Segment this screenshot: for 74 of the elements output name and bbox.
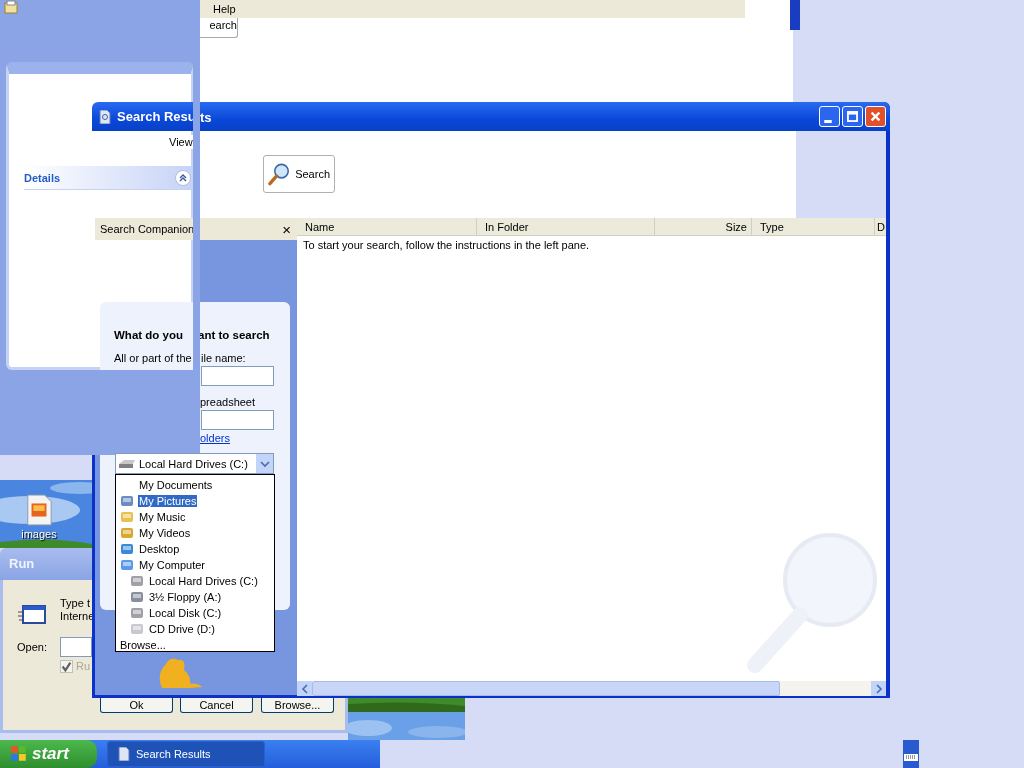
column-header[interactable]: Size bbox=[655, 218, 752, 236]
dialog-button[interactable]: Cancel bbox=[180, 698, 253, 713]
column-header[interactable]: Type bbox=[752, 218, 875, 236]
dropdown-option[interactable]: My Videos bbox=[138, 527, 192, 539]
window-icon bbox=[18, 604, 46, 626]
checkbox-label: Ru bbox=[76, 660, 91, 672]
scroll-right-icon[interactable] bbox=[871, 681, 886, 696]
column-header[interactable]: In Folder bbox=[477, 218, 655, 236]
dropdown-option[interactable]: My Documents bbox=[138, 479, 214, 491]
dropdown-option[interactable]: 3½ Floppy (A:) bbox=[148, 591, 223, 603]
location-icon bbox=[119, 557, 135, 573]
dialog-button[interactable]: Browse... bbox=[261, 698, 334, 713]
folder-icon bbox=[4, 0, 18, 14]
scroll-thumb[interactable] bbox=[312, 681, 780, 696]
location-icon bbox=[119, 493, 135, 509]
close-button[interactable]: × bbox=[276, 220, 297, 238]
location-icon bbox=[129, 621, 145, 637]
maximize-button[interactable] bbox=[842, 106, 863, 127]
look-in-dropdown[interactable]: Local Hard Drives (C:) bbox=[115, 453, 274, 474]
keyboard-icon[interactable] bbox=[903, 740, 919, 768]
collapse-icon[interactable] bbox=[175, 169, 191, 186]
dropdown-option[interactable]: My Pictures bbox=[138, 495, 198, 507]
pane-title: Search Companion bbox=[100, 223, 195, 235]
maximize-icon bbox=[846, 110, 859, 123]
field-label: ile name: bbox=[201, 352, 246, 364]
folders-link[interactable]: olders bbox=[200, 433, 230, 445]
minimize-button[interactable] bbox=[819, 106, 840, 127]
close-button[interactable] bbox=[865, 106, 886, 127]
empty-message: To start your search, follow the instructions in the left pane. bbox=[303, 239, 590, 251]
search-button[interactable]: earch bbox=[200, 18, 238, 38]
icon-label[interactable]: images bbox=[21, 528, 57, 540]
menu-item[interactable]: Help bbox=[213, 3, 236, 15]
windows-flag-icon bbox=[10, 745, 28, 763]
dropdown-option[interactable]: Browse... bbox=[119, 639, 167, 651]
input-field[interactable] bbox=[201, 366, 274, 386]
section-title: Details bbox=[24, 171, 61, 184]
open-label: Open: bbox=[17, 641, 47, 653]
field-label: All or part of the bbox=[114, 352, 192, 364]
location-icon bbox=[119, 509, 135, 525]
dropdown-option[interactable]: Local Hard Drives (C:) bbox=[148, 575, 259, 587]
location-icon bbox=[129, 605, 145, 621]
dropdown-option[interactable]: My Computer bbox=[138, 559, 207, 571]
input-field[interactable] bbox=[201, 410, 274, 430]
location-icon bbox=[119, 541, 135, 557]
hard-drive-icon bbox=[118, 458, 136, 469]
dropdown-option[interactable]: Desktop bbox=[138, 543, 181, 555]
document-icon bbox=[99, 109, 111, 124]
window-title: Run bbox=[9, 556, 35, 571]
checkbox[interactable] bbox=[60, 660, 73, 673]
column-header[interactable]: Name bbox=[297, 218, 477, 236]
dropdown-option[interactable]: Local Disk (C:) bbox=[148, 607, 223, 619]
dropdown-option[interactable]: CD Drive (D:) bbox=[148, 623, 216, 635]
location-icon bbox=[129, 573, 145, 589]
open-field[interactable] bbox=[60, 637, 92, 657]
scroll-left-icon[interactable] bbox=[297, 681, 312, 696]
minimize-icon bbox=[824, 120, 832, 123]
field-label: preadsheet bbox=[200, 397, 256, 408]
image-file-icon[interactable] bbox=[25, 494, 53, 526]
search-icon bbox=[268, 162, 292, 186]
column-header[interactable]: D bbox=[875, 218, 886, 236]
instruction-text: Type t bbox=[60, 597, 90, 609]
window-title: ts bbox=[200, 110, 212, 125]
taskbar-button[interactable]: Search Results bbox=[107, 741, 265, 767]
location-icon bbox=[119, 525, 135, 541]
close-icon bbox=[869, 110, 882, 123]
question-text: What do you bbox=[114, 329, 183, 341]
dialog-button[interactable]: Ok bbox=[100, 698, 173, 713]
scrollbar[interactable] bbox=[297, 681, 886, 696]
location-icon bbox=[129, 589, 145, 605]
document-icon bbox=[118, 747, 130, 761]
window-border bbox=[790, 0, 800, 30]
search-button[interactable]: Search bbox=[263, 155, 335, 193]
menu-item[interactable]: View bbox=[166, 135, 196, 149]
dropdown-option[interactable]: My Music bbox=[138, 511, 187, 523]
